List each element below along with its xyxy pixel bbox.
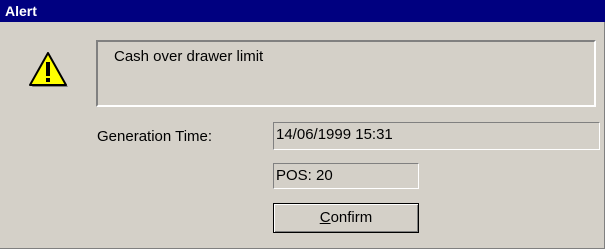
confirm-label: onfirm: [330, 209, 373, 226]
generation-time-field: 14/06/1999 15:31: [273, 122, 600, 150]
alert-message: Cash over drawer limit: [114, 48, 264, 65]
alert-dialog: Alert Cash over drawer limit Generation …: [0, 0, 605, 249]
warning-icon: [28, 52, 70, 90]
alert-message-box: Cash over drawer limit: [96, 40, 596, 107]
pos-field: POS: 20: [273, 163, 419, 189]
pos-value: POS: 20: [276, 167, 333, 184]
generation-time-label: Generation Time:: [97, 128, 213, 145]
window-title: Alert: [5, 3, 37, 19]
confirm-button[interactable]: Confirm: [273, 203, 419, 233]
warning-icon-graphic: [29, 52, 68, 87]
confirm-mnemonic: C: [319, 209, 331, 226]
title-bar: Alert: [0, 0, 605, 22]
generation-time-value: 14/06/1999 15:31: [276, 126, 393, 143]
